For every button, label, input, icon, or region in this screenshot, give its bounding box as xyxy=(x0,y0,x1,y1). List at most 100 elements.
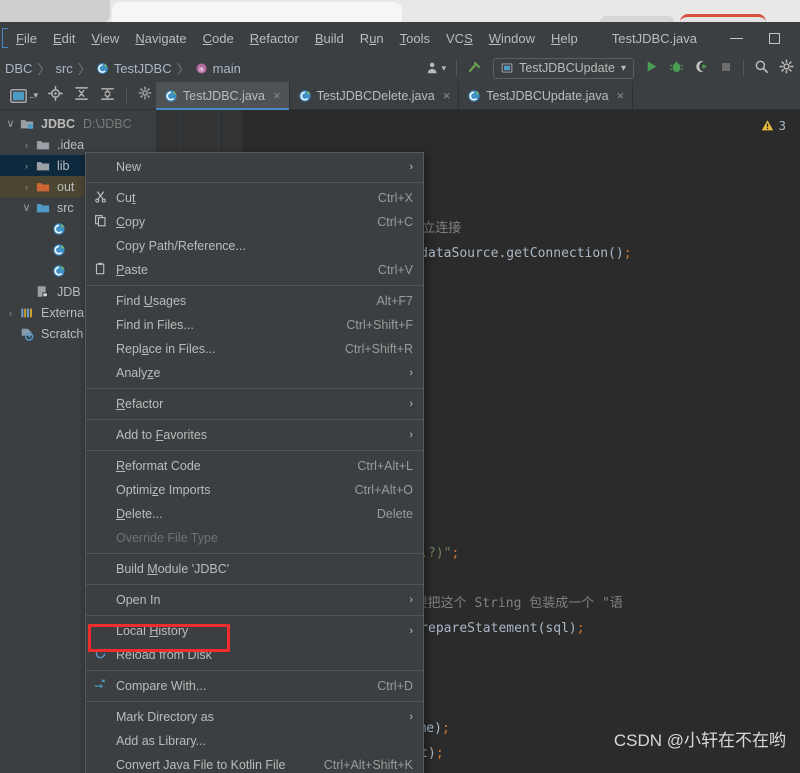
tree-twisty-icon[interactable]: ∨ xyxy=(4,117,17,130)
code-token: ; xyxy=(451,546,460,561)
menu-vcs[interactable]: VCS xyxy=(438,28,481,49)
context-menu-item-build-module-jdbc[interactable]: Build Module 'JDBC' xyxy=(86,557,423,581)
context-menu-item-copy-pathreference[interactable]: Copy Path/Reference... xyxy=(86,234,423,258)
context-menu-item-local-history[interactable]: Local History › xyxy=(86,619,423,643)
context-menu[interactable]: New › Cut Ctrl+X Copy Ctrl+C Copy Path/Referen… xyxy=(85,152,424,773)
context-menu-item-label: Replace in Files... xyxy=(116,342,216,356)
run-button[interactable] xyxy=(644,59,659,77)
context-menu-item-replace-in-files[interactable]: Replace in Files... Ctrl+Shift+R xyxy=(86,337,423,361)
context-menu-item-open-in[interactable]: Open In › xyxy=(86,588,423,612)
tree-node-jdbc[interactable]: ∨ JDBC D:\JDBC xyxy=(0,113,156,134)
cut-icon xyxy=(94,190,116,206)
context-menu-item-mark-directory-as[interactable]: Mark Directory as › xyxy=(86,705,423,729)
editor-tab-testjdbcdelete[interactable]: TestJDBCDelete.java × xyxy=(290,82,460,109)
menu-help[interactable]: Help xyxy=(543,28,586,49)
context-menu-item-label: Optimize Imports xyxy=(116,483,211,497)
breadcrumb-item-main[interactable]: m main xyxy=(192,61,244,76)
context-menu-item-shortcut: Ctrl+V xyxy=(377,263,413,277)
chevron-right-icon: › xyxy=(409,398,413,410)
tree-twisty-icon[interactable]: › xyxy=(20,182,33,192)
tree-node-label: Externa xyxy=(41,305,85,320)
tree-twisty-icon[interactable]: › xyxy=(20,161,33,171)
context-menu-item-label: Copy Path/Reference... xyxy=(116,239,246,253)
context-menu-separator xyxy=(86,285,423,286)
context-menu-item-add-as-library[interactable]: Add as Library... xyxy=(86,729,423,753)
search-icon[interactable] xyxy=(754,59,769,77)
user-accounts-icon[interactable]: ▾ xyxy=(426,61,446,75)
debug-button[interactable] xyxy=(669,59,684,77)
project-settings-gear-icon[interactable] xyxy=(138,86,152,105)
menu-window[interactable]: Window xyxy=(481,28,543,49)
context-menu-item-label: Delete... xyxy=(116,507,163,521)
close-icon[interactable]: × xyxy=(617,88,625,103)
minimize-icon[interactable] xyxy=(730,37,743,39)
context-menu-item-find-in-files[interactable]: Find in Files... Ctrl+Shift+F xyxy=(86,313,423,337)
menu-code[interactable]: Code xyxy=(195,28,242,49)
java-class-icon xyxy=(52,222,66,236)
context-menu-item-analyze[interactable]: Analyze › xyxy=(86,361,423,385)
tree-twisty-icon[interactable]: ∨ xyxy=(20,201,33,214)
editor-tab-testjdbcupdate[interactable]: TestJDBCUpdate.java × xyxy=(459,82,634,109)
context-menu-item-reload-from-disk[interactable]: Reload from Disk xyxy=(86,643,423,667)
menu-refactor[interactable]: Refactor xyxy=(242,28,307,49)
collapse-all-icon[interactable] xyxy=(100,86,115,106)
context-menu-item-label: Analyze xyxy=(116,366,161,380)
maximize-icon[interactable] xyxy=(769,32,780,44)
menu-file[interactable]: File xyxy=(8,28,45,49)
navigation-bar: DBC 〉 src 〉 TestJDBC 〉 m main ▾ TestJDBCUpdate … xyxy=(0,54,800,82)
menu-build[interactable]: Build xyxy=(307,28,352,49)
breadcrumb-item-src[interactable]: src xyxy=(52,61,75,76)
context-menu-item-find-usages[interactable]: Find Usages Alt+F7 xyxy=(86,289,423,313)
breadcrumb-item-testjdbc[interactable]: TestJDBC xyxy=(93,61,175,76)
close-icon[interactable]: × xyxy=(273,88,281,103)
context-menu-item-delete[interactable]: Delete... Delete xyxy=(86,502,423,526)
context-menu-item-cut[interactable]: Cut Ctrl+X xyxy=(86,186,423,210)
context-menu-separator xyxy=(86,553,423,554)
context-menu-item-reformat-code[interactable]: Reformat Code Ctrl+Alt+L xyxy=(86,454,423,478)
tree-node-label: JDBC xyxy=(41,116,76,131)
chevron-down-icon[interactable]: ▾ xyxy=(621,63,626,74)
context-menu-item-convert-java-file-to-kotlin-file[interactable]: Convert Java File to Kotlin File Ctrl+Alt… xyxy=(86,753,423,773)
context-menu-separator xyxy=(86,670,423,671)
menu-tools[interactable]: Tools xyxy=(392,28,438,49)
folder-icon xyxy=(36,138,50,152)
expand-all-icon[interactable] xyxy=(74,86,89,106)
run-configuration-selector[interactable]: TestJDBCUpdate ▾ xyxy=(493,57,634,79)
context-menu-item-new[interactable]: New › xyxy=(86,155,423,179)
java-class-icon xyxy=(52,243,66,257)
toolbar-divider xyxy=(456,60,458,76)
gear-icon[interactable] xyxy=(779,59,794,77)
breadcrumb-item-dbc[interactable]: DBC xyxy=(2,61,35,76)
context-menu-item-label: Override File Type xyxy=(116,531,218,545)
menu-navigate[interactable]: Navigate xyxy=(127,28,194,49)
navbar-right-toolbar: ▾ TestJDBCUpdate ▾ xyxy=(426,54,800,82)
locate-icon[interactable] xyxy=(48,85,63,106)
context-menu-item-refactor[interactable]: Refactor › xyxy=(86,392,423,416)
tree-twisty-icon[interactable]: › xyxy=(4,308,17,318)
context-menu-item-shortcut: Ctrl+C xyxy=(377,215,413,229)
close-icon[interactable]: × xyxy=(443,88,451,103)
context-menu-item-shortcut: Delete xyxy=(376,507,413,521)
tree-node-path: D:\JDBC xyxy=(83,116,132,131)
context-menu-item-shortcut: Alt+F7 xyxy=(376,294,413,308)
menu-view[interactable]: View xyxy=(83,28,127,49)
tree-twisty-icon[interactable]: › xyxy=(20,140,33,150)
breadcrumb-separator: 〉 xyxy=(37,61,51,77)
menu-run[interactable]: Run xyxy=(352,28,392,49)
context-menu-item-paste[interactable]: Paste Ctrl+V xyxy=(86,258,423,282)
context-menu-item-copy[interactable]: Copy Ctrl+C xyxy=(86,210,423,234)
java-class-icon xyxy=(298,89,312,103)
context-menu-item-label: Convert Java File to Kotlin File xyxy=(116,758,286,772)
menu-edit[interactable]: Edit xyxy=(45,28,83,49)
project-view-selector-icon[interactable]: ...▾ xyxy=(10,88,38,103)
context-menu-item-shortcut: Ctrl+Alt+O xyxy=(354,483,413,497)
stop-button[interactable] xyxy=(719,60,733,77)
editor-tab-testjdbc[interactable]: TestJDBC.java × xyxy=(156,82,290,110)
tree-node-label: lib xyxy=(57,158,70,173)
context-menu-item-compare-with[interactable]: Compare With... Ctrl+D xyxy=(86,674,423,698)
inspection-status-badge[interactable]: 3 xyxy=(761,118,786,133)
context-menu-item-optimize-imports[interactable]: Optimize Imports Ctrl+Alt+O xyxy=(86,478,423,502)
run-with-coverage-button[interactable] xyxy=(694,59,709,77)
build-hammer-icon[interactable] xyxy=(467,59,483,78)
context-menu-item-add-to-favorites[interactable]: Add to Favorites › xyxy=(86,423,423,447)
